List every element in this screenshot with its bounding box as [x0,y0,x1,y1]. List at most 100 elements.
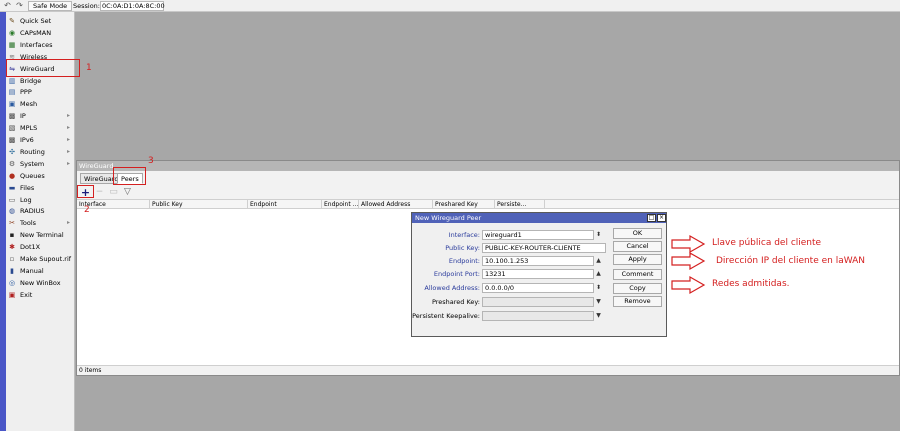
allowed-address-field[interactable]: 0.0.0.0/0 [482,283,594,293]
interface-field[interactable]: wireguard1 [482,230,594,240]
remove-button[interactable]: Remove [613,296,662,307]
spinner-icon[interactable]: ⬍ [594,230,603,240]
annotation-box-add [77,185,94,198]
column-header[interactable]: Persiste... [495,200,545,209]
sidebar-item-log[interactable]: ▭ Log [6,194,75,206]
chevron-right-icon: ▸ [66,147,70,155]
endpoint-port-label: Endpoint Port: [433,270,480,278]
queues-icon: ● [8,171,16,180]
collapse-arrow-icon[interactable]: ▲ [594,256,603,266]
annotation-box-wireguard [6,59,80,77]
redo-arrow-icon[interactable]: ↷ [14,1,25,11]
public-key-field[interactable]: PUBLIC-KEY-ROUTER-CLIENTE [482,243,606,253]
manual-icon: ▮ [10,266,14,275]
expand-arrow-icon[interactable]: ▼ [594,311,603,321]
filter-icon[interactable]: ▽ [121,187,134,198]
sidebar-item-label: New Terminal [20,231,64,240]
sidebar-item-label: Routing [20,147,45,156]
support-file-icon: ▫ [9,255,15,263]
session-field[interactable]: 0C:0A:D1:0A:8C:00 [100,1,165,11]
ipv6-icon: ▩ [8,136,16,144]
annotation-number-1: 1 [86,63,92,73]
annotation-box-peers [113,167,146,185]
chevron-right-icon: ▸ [66,219,70,227]
column-header[interactable]: Endpoint ... [322,200,359,209]
sidebar-item-make-supout-rif[interactable]: ▫ Make Supout.rif [6,253,75,265]
routing-icon: ✣ [9,147,15,156]
comment-icon[interactable]: ▭ [107,187,120,198]
folder-icon: ▬ [8,183,16,192]
ok-button[interactable]: OK [613,228,662,239]
safe-mode-button[interactable]: Safe Mode [28,1,73,11]
sidebar-item-label: IP [20,112,26,121]
sidebar-item-system[interactable]: ⚙ System ▸ [6,158,75,170]
column-header[interactable]: Allowed Address [359,200,433,209]
endpoint-label: Endpoint: [448,257,480,265]
sidebar-item-quick-set[interactable]: ✎ Quick Set [6,15,75,27]
expand-arrow-icon[interactable]: ▼ [594,297,603,307]
sidebar-item-label: RADIUS [20,207,45,216]
remove-icon[interactable]: − [93,187,106,198]
endpoint-port-field[interactable]: 13231 [482,269,594,279]
annotation-note-allowed: Redes admitidas. [712,279,790,289]
restore-icon[interactable]: □ [647,214,656,222]
sidebar-item-label: Mesh [20,100,38,109]
column-header[interactable]: Preshared Key [433,200,495,209]
preshared-key-field[interactable] [482,297,594,307]
sidebar-item-radius[interactable]: ◍ RADIUS [6,205,75,217]
cancel-button[interactable]: Cancel [613,241,662,252]
sidebar-item-ip[interactable]: ▩ IP ▸ [6,110,75,122]
collapse-arrow-icon[interactable]: ▲ [594,269,603,279]
sidebar-item-new-winbox[interactable]: ◎ New WinBox [6,277,75,289]
wand-icon: ✎ [9,17,15,25]
endpoint-field[interactable]: 10.100.1.253 [482,256,594,266]
sidebar-item-new-terminal[interactable]: ▪ New Terminal [6,229,75,241]
mpls-icon: ▧ [8,124,16,133]
close-icon[interactable]: × [657,214,666,222]
sidebar-item-label: System [20,159,45,168]
peers-toolbar: + − ▭ ▽ [77,186,899,199]
sidebar-item-dot1x[interactable]: ✱ Dot1X [6,241,75,253]
sidebar-item-label: Manual [20,266,44,275]
sidebar-item-label: CAPsMAN [20,28,52,37]
gear-icon: ⚙ [8,159,16,168]
column-header[interactable]: Endpoint [248,200,322,209]
sidebar-item-ipv6[interactable]: ▩ IPv6 ▸ [6,134,75,146]
column-header[interactable]: Public Key [150,200,248,209]
sidebar-item-label: Make Supout.rif [20,255,72,263]
mesh-icon: ▣ [8,100,16,109]
sidebar-item-label: Exit [20,290,33,299]
sidebar-item-files[interactable]: ▬ Files [6,182,75,194]
winbox-icon: ◎ [8,278,16,287]
network-card-icon: ▦ [8,40,16,49]
wireguard-window-title: WireGuard [77,161,899,171]
sidebar-item-label: Quick Set [20,17,52,25]
sidebar-item-routing[interactable]: ✣ Routing ▸ [6,146,75,158]
radius-icon: ◍ [8,207,16,216]
sidebar-item-mesh[interactable]: ▣ Mesh [6,98,75,110]
chevron-right-icon: ▸ [66,124,70,132]
sidebar-item-interfaces[interactable]: ▦ Interfaces [6,39,75,51]
sidebar-item-exit[interactable]: ▣ Exit [6,289,75,301]
comment-button[interactable]: Comment [613,269,662,280]
sidebar-item-queues[interactable]: ● Queues [6,170,75,182]
sidebar-item-label: Tools [20,219,37,228]
persistent-keepalive-field[interactable] [482,311,594,321]
bridge-icon: ▥ [8,76,16,85]
new-peer-dialog: New Wireguard Peer □ × Interface: wiregua… [411,212,667,337]
sidebar-item-tools[interactable]: ✂ Tools ▸ [6,217,75,229]
undo-arrow-icon[interactable]: ↶ [2,1,13,11]
annotation-note-public-key: Llave pública del cliente [712,238,822,248]
log-icon: ▭ [8,195,16,204]
copy-button[interactable]: Copy [613,283,662,294]
apply-button[interactable]: Apply [613,254,662,265]
sidebar-item-ppp[interactable]: ▤ PPP [6,86,75,98]
preshared-key-label: Preshared Key: [431,298,480,306]
spinner-icon[interactable]: ⬍ [594,283,603,293]
sidebar-item-label: Log [20,195,32,204]
exit-icon: ▣ [8,290,16,299]
sidebar-item-capsman[interactable]: ◉ CAPsMAN [6,27,75,39]
sidebar-item-manual[interactable]: ▮ Manual [6,265,75,277]
sidebar-item-mpls[interactable]: ▧ MPLS ▸ [6,122,75,134]
dot1x-icon: ✱ [9,243,15,252]
